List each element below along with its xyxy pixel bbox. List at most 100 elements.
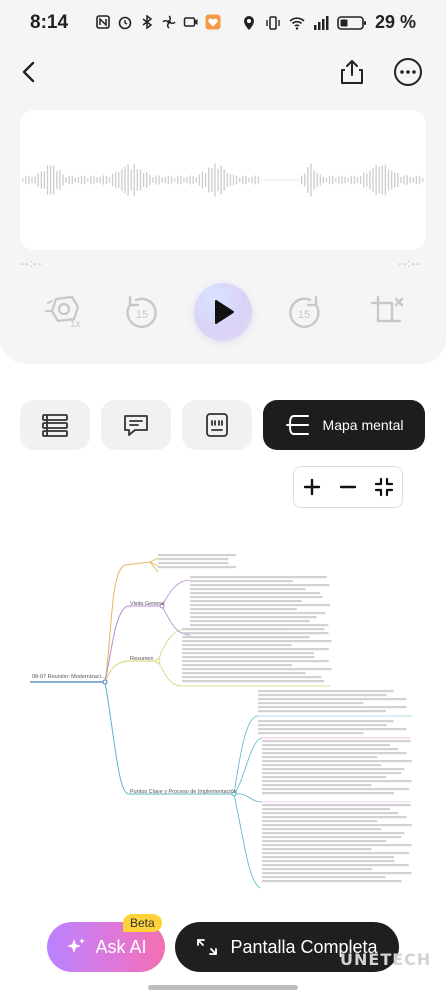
waveform-bar	[297, 179, 300, 181]
waveform-bar	[301, 175, 303, 185]
waveform-bar	[409, 176, 411, 184]
nfc-icon	[96, 15, 110, 29]
blurred-text-line	[158, 566, 237, 569]
waveform-bar	[28, 175, 30, 185]
list-icon	[42, 414, 68, 437]
rewind-15-button[interactable]: 15	[114, 285, 170, 341]
blurred-text-line	[182, 644, 292, 647]
waveform-bar	[102, 175, 104, 185]
zoom-out-button[interactable]	[338, 477, 358, 497]
waveform-bar	[356, 177, 359, 183]
waveform-bar	[257, 176, 259, 184]
blurred-text-line	[190, 576, 327, 579]
blurred-text-line	[190, 596, 323, 599]
blurred-text-line	[262, 828, 382, 831]
tab-quote[interactable]	[182, 400, 252, 450]
tab-list[interactable]	[20, 400, 90, 450]
playback-speed-button[interactable]: 1x	[36, 285, 92, 341]
trim-button[interactable]	[360, 285, 416, 341]
zoom-in-button[interactable]	[302, 477, 322, 497]
blurred-text-line	[182, 664, 293, 667]
waveform-bar	[291, 179, 294, 181]
waveform-bar	[77, 177, 80, 183]
waveform-bar	[53, 165, 55, 195]
speed-label: 1x	[70, 319, 81, 330]
play-icon	[215, 300, 234, 324]
blurred-text-line	[190, 604, 330, 607]
waveform-bar	[59, 169, 61, 191]
blurred-text-line	[262, 756, 378, 759]
blurred-text-line	[190, 608, 297, 611]
tab-chat[interactable]	[101, 400, 171, 450]
waveform-bar	[130, 169, 132, 191]
more-options-button[interactable]	[393, 57, 423, 87]
home-indicator[interactable]	[148, 985, 298, 990]
waveform-bar	[325, 177, 328, 183]
waveform-bar	[328, 175, 331, 185]
waveform-bar	[43, 171, 46, 189]
waveform-bar	[390, 170, 393, 190]
blurred-text-line	[262, 776, 387, 779]
waveform-bar	[304, 173, 306, 187]
blurred-text-line	[258, 724, 387, 727]
waveform-bar	[226, 172, 228, 188]
waveform-bar	[418, 175, 421, 185]
wifi-icon	[289, 16, 305, 30]
waveform-bar	[31, 176, 33, 184]
waveform-bar	[245, 175, 247, 185]
waveform-bar	[208, 167, 210, 193]
zoom-controls	[293, 466, 403, 508]
blurred-text-line	[262, 824, 412, 827]
waveform-bar	[149, 174, 151, 186]
waveform-bar	[400, 177, 402, 183]
waveform-bar	[288, 179, 290, 181]
waveform-panel[interactable]	[20, 110, 426, 250]
blurred-text-line	[262, 784, 372, 787]
waveform-bar	[319, 174, 321, 186]
waveform-bar	[353, 175, 356, 185]
play-button[interactable]	[194, 283, 252, 341]
waveform-bar	[279, 179, 281, 181]
waveform-bar	[118, 171, 120, 189]
waveform-bar	[344, 176, 346, 184]
back-button[interactable]	[14, 57, 44, 87]
waveform-bar	[183, 177, 185, 183]
remaining-time: --:--	[398, 258, 421, 270]
waveform-bar	[37, 173, 39, 187]
waveform-bar	[406, 175, 408, 185]
blurred-text-line	[190, 616, 317, 619]
waveform[interactable]	[20, 110, 426, 250]
waveform-bar	[229, 174, 232, 186]
fit-screen-button[interactable]	[374, 477, 394, 497]
blurred-text-line	[258, 702, 364, 705]
leaf-lines-puntos	[233, 715, 263, 889]
fan-icon	[162, 15, 176, 29]
waveform-bar	[251, 176, 253, 184]
waveform-bar	[204, 173, 207, 187]
forward-15-button[interactable]: 15	[276, 285, 332, 341]
waveform-bar	[397, 172, 399, 188]
tab-mindmap[interactable]: Mapa mental	[263, 400, 425, 450]
waveform-bar	[412, 177, 414, 183]
status-bar: 8:14 29 %	[0, 0, 446, 48]
blurred-text-line	[262, 816, 407, 819]
waveform-bar	[173, 178, 176, 182]
waveform-bar	[266, 179, 269, 181]
waveform-bar	[34, 176, 36, 184]
waveform-bar	[316, 172, 318, 188]
blurred-text-line	[262, 744, 390, 747]
blurred-text-line	[262, 788, 409, 791]
branch-line-visita	[104, 605, 162, 683]
blurred-text-line	[262, 844, 412, 847]
waveform-bar	[248, 177, 250, 183]
mind-map-canvas[interactable]: 08-07 Reunión: Modernizaci... Visita Gen…	[0, 540, 446, 910]
blurred-text-line	[262, 872, 412, 875]
waveform-bar	[378, 166, 380, 194]
battery-percent: 29 %	[374, 12, 416, 32]
blurred-text-line	[262, 832, 405, 835]
signal-icon	[313, 15, 329, 30]
blurred-text-line	[262, 840, 387, 843]
heart-app-icon	[205, 14, 221, 30]
resumen-node-dot	[155, 658, 161, 664]
share-button[interactable]	[337, 57, 367, 87]
